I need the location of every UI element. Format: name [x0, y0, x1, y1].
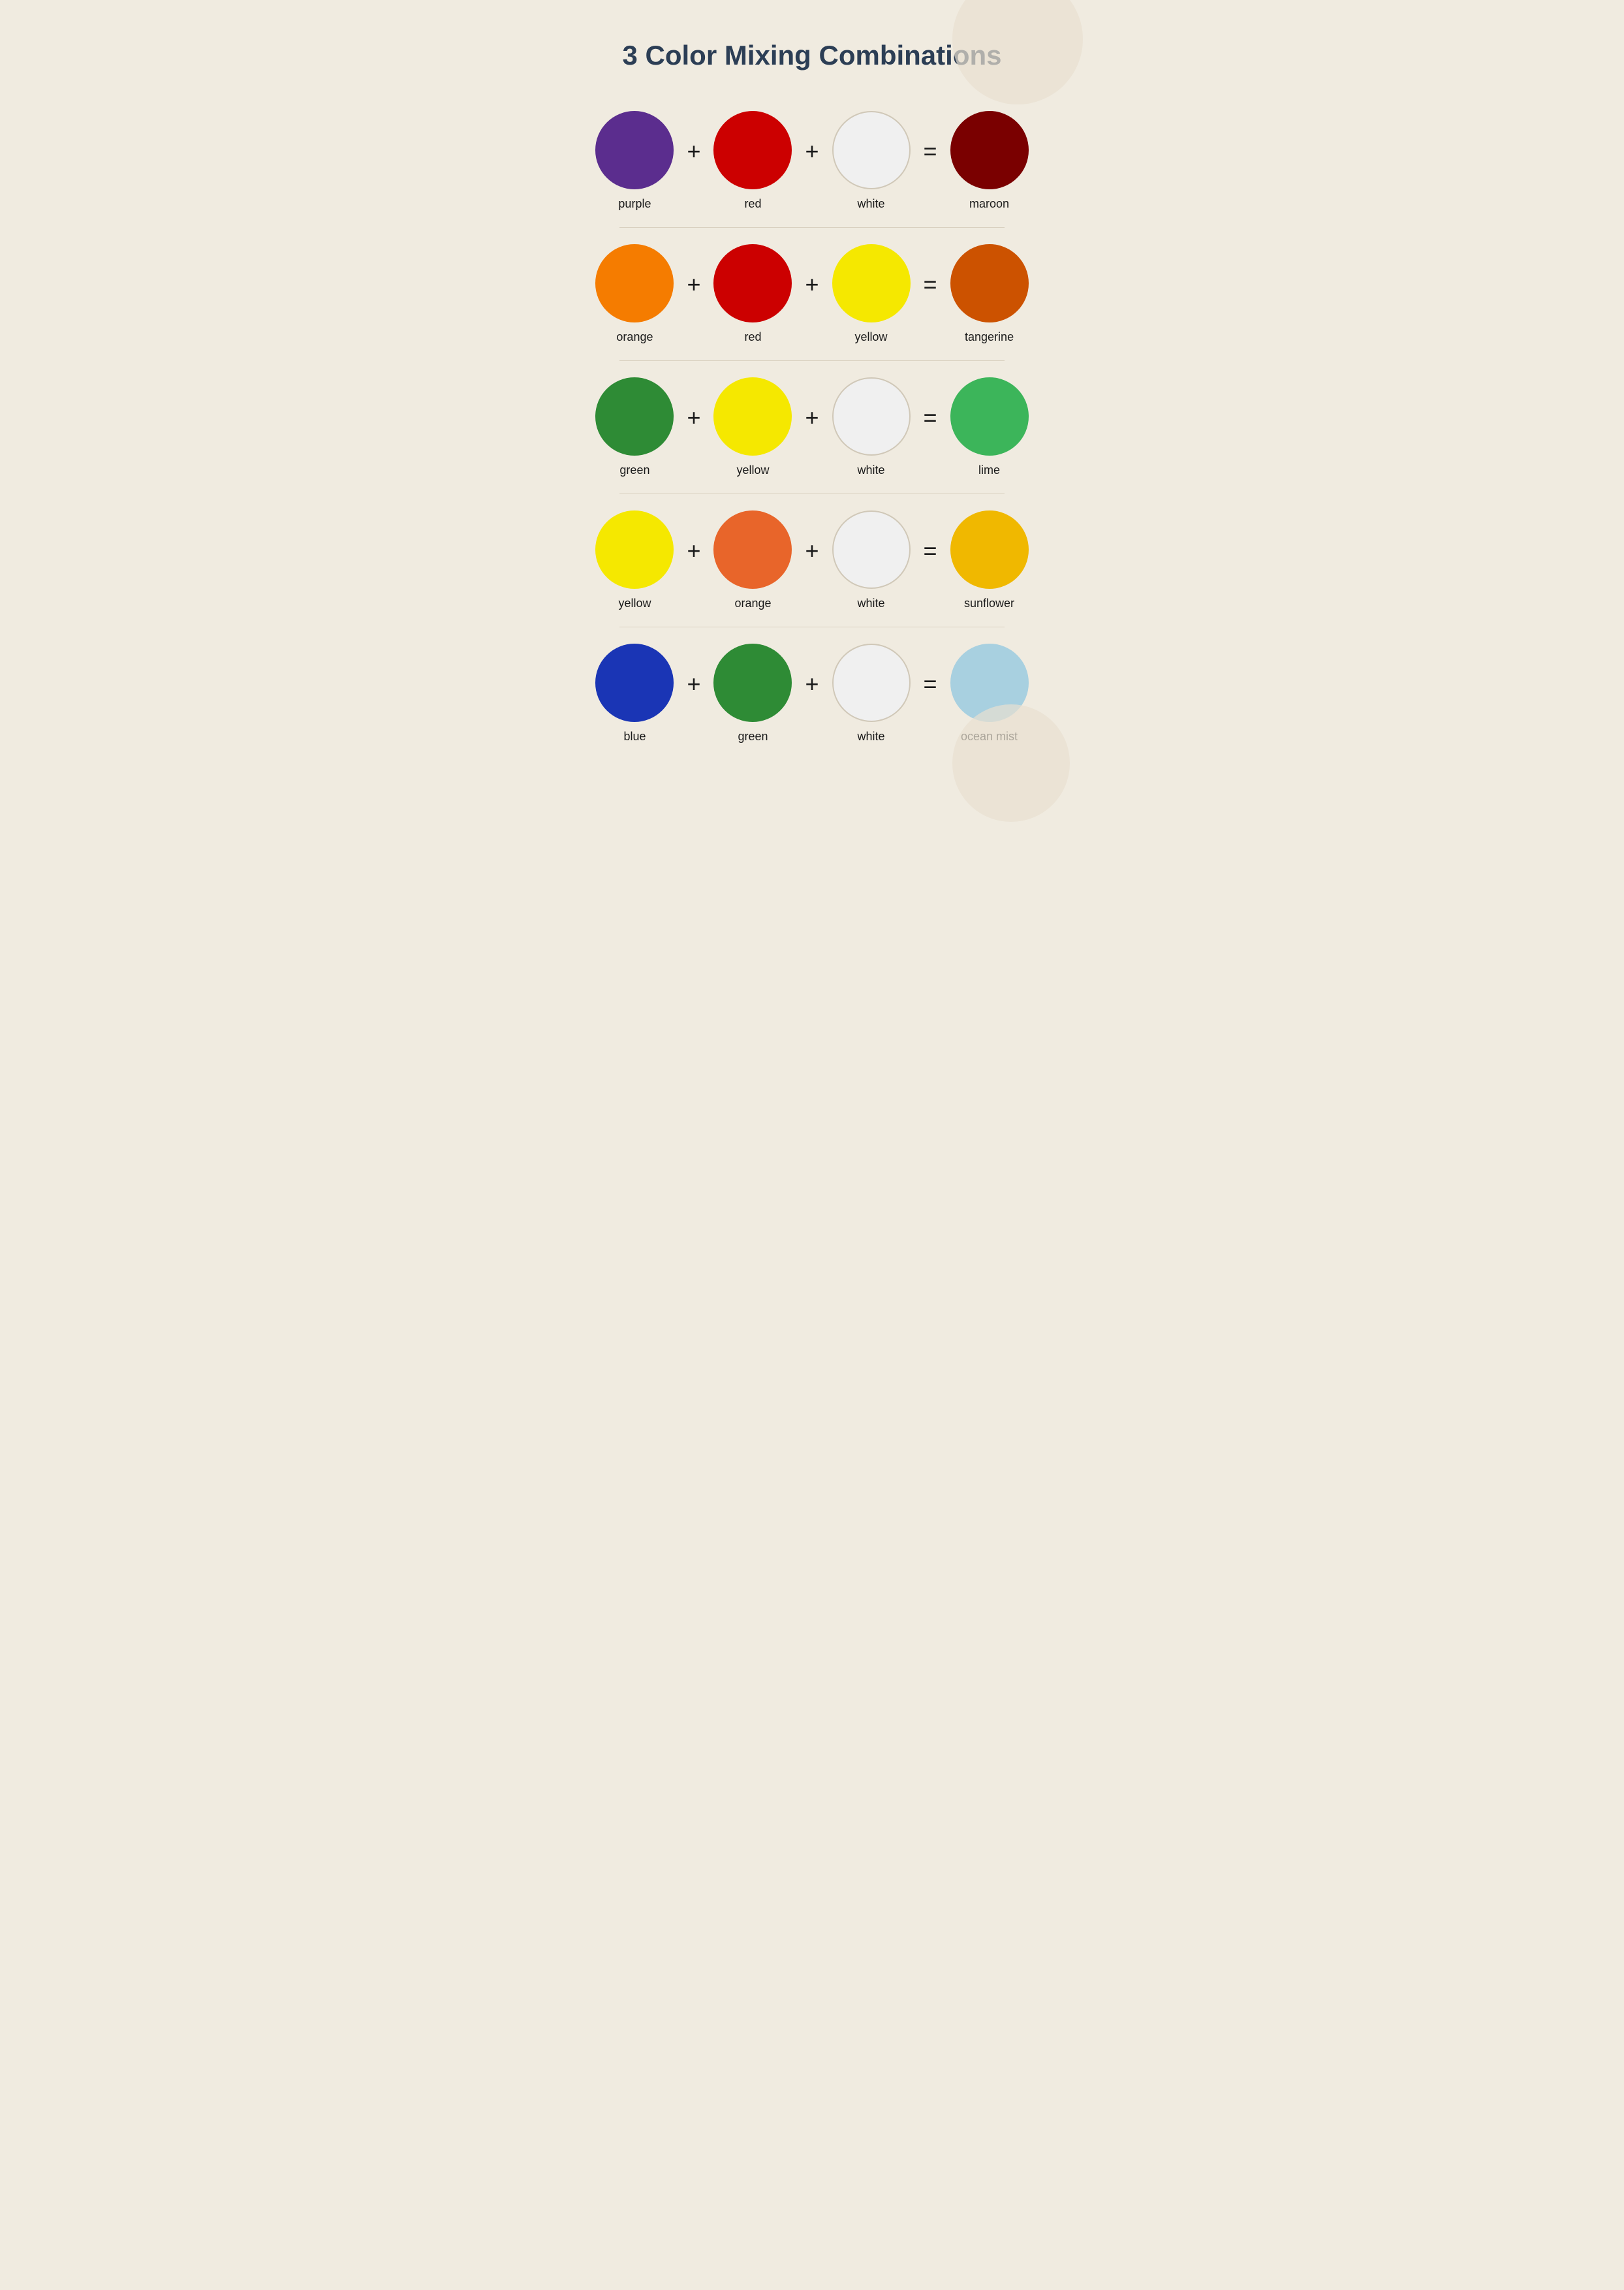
color-circle	[595, 510, 674, 589]
page: 3 Color Mixing Combinations purple + red + w…	[580, 0, 1044, 802]
plus-operator: +	[805, 537, 819, 565]
combinations-container: purple+red+white=maroonorange+red+yellow…	[619, 104, 1005, 750]
color-circle	[832, 244, 911, 322]
color-label: red	[744, 197, 761, 211]
color-circle	[713, 644, 792, 722]
color-circle	[713, 111, 792, 189]
color-circle	[595, 644, 674, 722]
equals-operator: =	[924, 670, 937, 698]
color-item: yellow	[713, 377, 792, 477]
combination-row: yellow+orange+white=sunflower	[619, 504, 1005, 617]
combination-row: purple+red+white=maroon	[619, 104, 1005, 217]
plus-operator: +	[687, 271, 700, 298]
color-label: blue	[623, 730, 646, 744]
equals-operator: =	[924, 537, 937, 565]
color-circle	[713, 244, 792, 322]
plus-operator: +	[805, 271, 819, 298]
color-circle	[950, 377, 1029, 456]
color-item: tangerine	[950, 244, 1029, 344]
plus-operator: +	[687, 537, 700, 565]
color-label: sunflower	[964, 597, 1014, 610]
color-label: green	[619, 463, 649, 477]
color-label: tangerine	[965, 330, 1014, 344]
equals-operator: =	[924, 138, 937, 165]
plus-operator: +	[687, 138, 700, 165]
plus-operator: +	[687, 670, 700, 698]
plus-operator: +	[805, 138, 819, 165]
color-label: green	[738, 730, 768, 744]
color-circle	[832, 644, 911, 722]
color-label: yellow	[855, 330, 888, 344]
color-item: white	[832, 377, 911, 477]
color-circle	[713, 377, 792, 456]
color-circle	[595, 377, 674, 456]
color-circle	[950, 244, 1029, 322]
color-label: lime	[978, 463, 1000, 477]
row-divider	[619, 360, 1005, 361]
color-label: red	[744, 330, 761, 344]
color-circle	[595, 244, 674, 322]
color-item: yellow	[595, 510, 674, 610]
plus-operator: +	[805, 670, 819, 698]
combination-row: blue+green+white=ocean mist	[619, 637, 1005, 750]
color-label: yellow	[618, 597, 651, 610]
color-item: red	[713, 111, 792, 211]
color-item: maroon	[950, 111, 1029, 211]
color-item: white	[832, 644, 911, 744]
color-item: orange	[595, 244, 674, 344]
color-label: maroon	[969, 197, 1009, 211]
color-label: white	[858, 197, 885, 211]
color-circle	[950, 111, 1029, 189]
decorative-blob-bottom	[952, 704, 1070, 822]
color-circle	[595, 111, 674, 189]
color-item: white	[832, 111, 911, 211]
color-circle	[950, 510, 1029, 589]
color-label: purple	[618, 197, 651, 211]
color-label: orange	[734, 597, 771, 610]
decorative-blob-top	[952, 0, 1083, 104]
color-label: white	[858, 463, 885, 477]
color-circle	[832, 377, 911, 456]
plus-operator: +	[687, 404, 700, 431]
row-divider	[619, 227, 1005, 228]
color-label: yellow	[736, 463, 769, 477]
color-label: white	[858, 730, 885, 744]
color-item: red	[713, 244, 792, 344]
plus-operator: +	[805, 404, 819, 431]
color-circle	[832, 111, 911, 189]
color-item: green	[595, 377, 674, 477]
equals-operator: =	[924, 271, 937, 298]
combination-row: orange+red+yellow=tangerine	[619, 238, 1005, 351]
equals-operator: =	[924, 404, 937, 431]
color-item: green	[713, 644, 792, 744]
page-title: 3 Color Mixing Combinations	[619, 39, 1005, 72]
color-label: white	[858, 597, 885, 610]
color-item: white	[832, 510, 911, 610]
combination-row: green + yellow + white = lime	[619, 371, 1005, 484]
color-item: sunflower	[950, 510, 1029, 610]
color-item: blue	[595, 644, 674, 744]
color-item: yellow	[832, 244, 911, 344]
color-item: lime	[950, 377, 1029, 477]
color-label: orange	[616, 330, 653, 344]
color-item: purple	[595, 111, 674, 211]
color-circle	[713, 510, 792, 589]
color-circle	[832, 510, 911, 589]
color-item: orange	[713, 510, 792, 610]
